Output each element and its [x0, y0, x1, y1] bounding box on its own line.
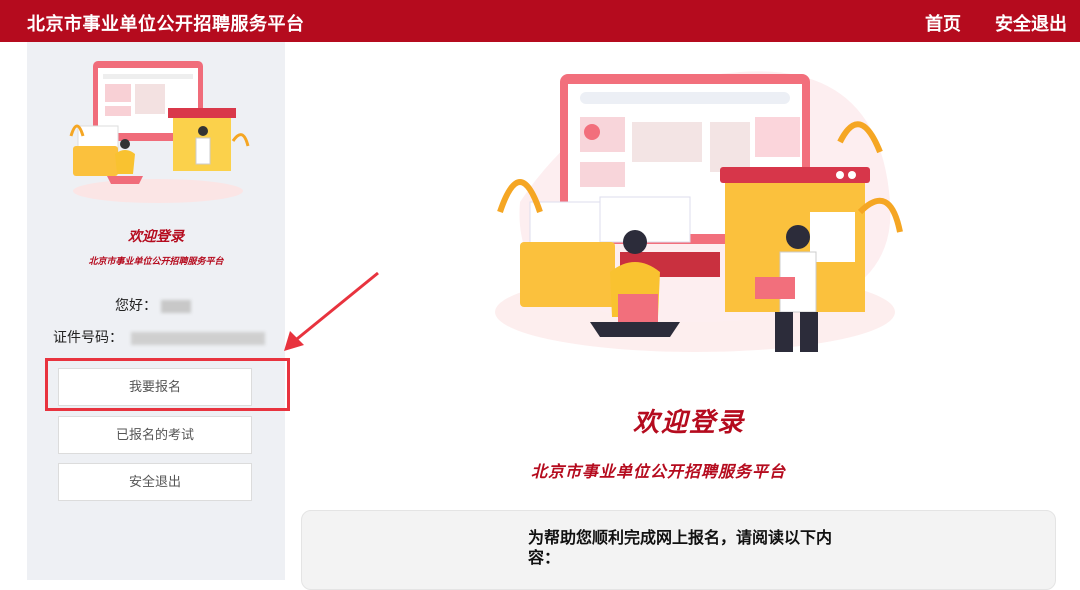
pointer-arrow-icon: [284, 271, 379, 351]
site-title: 北京市事业单位公开招聘服务平台: [27, 14, 305, 35]
sidebar: 欢迎登录 北京市事业单位公开招聘服务平台 您好： 证件号码： 我要报名 已报名的…: [27, 42, 285, 580]
registered-exams-button[interactable]: 已报名的考试: [58, 416, 252, 454]
top-navbar: 北京市事业单位公开招聘服务平台 首页 安全退出: [0, 0, 1080, 42]
apply-button-highlight-box: [45, 358, 290, 411]
main-platform-name: 北京市事业单位公开招聘服务平台: [531, 462, 787, 481]
nav-logout-link[interactable]: 安全退出: [995, 10, 1067, 36]
greeting: 您好：: [115, 295, 191, 315]
notice-text: 为帮助您顺利完成网上报名，请阅读以下内容：: [528, 528, 833, 567]
main-welcome-title: 欢迎登录: [633, 408, 746, 438]
redacted-username: [161, 299, 191, 313]
greeting-label: 您好：: [115, 298, 157, 314]
sidebar-illustration: [69, 61, 250, 203]
id-number: 证件号码：: [53, 327, 265, 347]
nav-home-link[interactable]: 首页: [925, 10, 961, 36]
sidebar-welcome-title: 欢迎登录: [128, 229, 184, 245]
id-label: 证件号码：: [53, 330, 123, 346]
notice-card: 为帮助您顺利完成网上报名，请阅读以下内容：: [301, 510, 1056, 590]
sidebar-logout-button[interactable]: 安全退出: [58, 463, 252, 501]
redacted-id-number: [131, 331, 265, 345]
hero-illustration: [495, 71, 903, 352]
sidebar-platform-name: 北京市事业单位公开招聘服务平台: [88, 257, 224, 267]
